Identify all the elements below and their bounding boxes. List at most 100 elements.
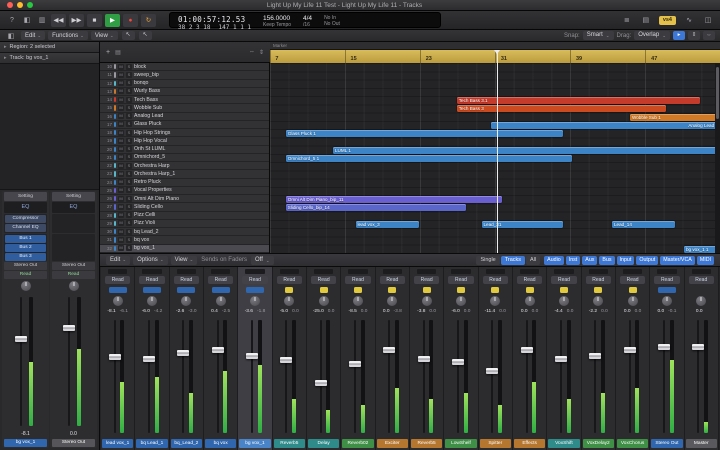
solo-button[interactable]: S	[126, 88, 132, 94]
group-slot[interactable]	[108, 269, 127, 274]
region[interactable]: Lead_31	[482, 221, 563, 228]
playhead[interactable]	[497, 50, 498, 253]
audio-fx-slot[interactable]: Channel EQ	[5, 224, 46, 232]
mute-button[interactable]: M	[118, 187, 124, 193]
group-slot[interactable]	[314, 269, 333, 274]
eq-thumbnail[interactable]: EQ	[4, 202, 47, 213]
solo-button[interactable]: S	[126, 204, 132, 210]
mixer-channel-strip[interactable]: Read0.0Master	[685, 267, 719, 450]
mute-button[interactable]: M	[118, 204, 124, 210]
track-row[interactable]: 14MSTech Bass	[100, 96, 269, 104]
solo-button[interactable]	[354, 287, 362, 293]
solo-button[interactable]: S	[126, 113, 132, 119]
mixer-edit-menu[interactable]: Edit⌄	[106, 256, 130, 265]
solo-button[interactable]: S	[126, 154, 132, 160]
track-filter-icon[interactable]: ▤	[115, 49, 121, 56]
volume-fader[interactable]	[170, 317, 203, 436]
arrange-view-menu[interactable]: View⌄	[91, 31, 118, 40]
automation-mode-button[interactable]: Read	[551, 276, 576, 284]
automation-mode-button[interactable]: Read	[448, 276, 473, 284]
send-slot[interactable]: Bus 1	[5, 235, 46, 243]
group-slot[interactable]	[142, 269, 161, 274]
solo-button[interactable]	[423, 287, 431, 293]
automation-mode-button[interactable]: Read	[654, 276, 679, 284]
mixer-view-menu[interactable]: View⌄	[171, 256, 198, 265]
track-row[interactable]: 23MSOrchestra Harp_1	[100, 170, 269, 178]
track-row[interactable]: 31MSbq vox	[100, 236, 269, 244]
track-row[interactable]: 10MSblock	[100, 63, 269, 71]
solo-button[interactable]: S	[126, 146, 132, 152]
solo-button[interactable]: S	[126, 97, 132, 103]
group-slot[interactable]	[589, 269, 608, 274]
fader-cap[interactable]	[280, 357, 292, 363]
fader-cap[interactable]	[658, 344, 670, 350]
mute-button[interactable]: M	[118, 196, 124, 202]
region-inspector-header[interactable]: ▸ Region: 2 selected	[0, 42, 99, 53]
region[interactable]: Sliding Cello_bip_14	[286, 204, 466, 211]
fader-cap[interactable]	[624, 347, 636, 353]
track-row[interactable]: 18MSHip Hop Strings	[100, 129, 269, 137]
region[interactable]: Wobble Sub 1	[630, 114, 720, 121]
mute-button[interactable]: M	[118, 171, 124, 177]
channel-setting-button[interactable]: Setting	[52, 192, 95, 201]
solo-button[interactable]: S	[126, 121, 132, 127]
output-slot[interactable]: Stereo Out	[4, 262, 47, 270]
group-slot[interactable]	[657, 269, 676, 274]
solo-button[interactable]: S	[126, 105, 132, 111]
solo-button[interactable]: S	[126, 64, 132, 70]
region[interactable]: LUML 1	[333, 147, 720, 154]
group-slot[interactable]	[486, 269, 505, 274]
pan-knob[interactable]	[319, 296, 329, 306]
vertical-zoom-icon[interactable]: ⇕	[259, 49, 264, 56]
solo-button[interactable]	[285, 287, 293, 293]
arrange-canvas[interactable]: Tech Bass 3.1Tech Bass 3Wobble Sub 1Anal…	[270, 63, 720, 253]
track-row[interactable]: 17MSGlass Pluck	[100, 121, 269, 129]
automation-mode-button[interactable]: Read	[414, 276, 439, 284]
pan-knob[interactable]	[662, 296, 672, 306]
record-button[interactable]: ●	[123, 14, 138, 27]
filter-midi-button[interactable]: MIDI	[697, 256, 714, 265]
mute-button[interactable]: M	[118, 245, 124, 251]
list-editors-icon[interactable]: ≣	[621, 16, 633, 24]
automation-mode-button[interactable]: Read	[517, 276, 542, 284]
automation-mode-button[interactable]: Read	[311, 276, 336, 284]
track-row[interactable]: 19MSHip Hop Vocal	[100, 137, 269, 145]
input-monitoring-button[interactable]	[143, 287, 161, 293]
volume-fader[interactable]	[341, 317, 374, 436]
solo-button[interactable]: S	[126, 80, 132, 86]
lcd-time-signature[interactable]: 4/4	[303, 15, 312, 22]
pan-knob[interactable]	[250, 296, 260, 306]
mixer-channel-strip[interactable]: Read-11.40.0Spitter	[479, 267, 513, 450]
fader-cap[interactable]	[692, 344, 704, 350]
track-row[interactable]: 29MSPizz Violi	[100, 220, 269, 228]
input-monitoring-button[interactable]	[212, 287, 230, 293]
solo-button[interactable]	[594, 287, 602, 293]
mixer-channel-strip[interactable]: Read-5.00.0Reverb5	[273, 267, 307, 450]
input-monitoring-button[interactable]	[109, 287, 127, 293]
sends-on-faders-menu[interactable]: Off ⌄	[251, 256, 274, 265]
pan-knob[interactable]	[628, 296, 638, 306]
fader-cap[interactable]	[15, 336, 27, 342]
pan-knob[interactable]	[69, 281, 79, 291]
solo-button[interactable]: S	[126, 220, 132, 226]
mixer-channel-strip[interactable]: Read-25.00.0Delay	[307, 267, 341, 450]
automation-mode-button[interactable]: Read	[689, 276, 714, 284]
mute-button[interactable]: M	[118, 105, 124, 111]
fader-cap[interactable]	[521, 347, 533, 353]
volume-fader[interactable]	[376, 317, 409, 436]
automation-mode-button[interactable]: Read	[277, 276, 302, 284]
track-row[interactable]: 32MSbg vox_1	[100, 245, 269, 253]
volume-fader[interactable]	[616, 317, 649, 436]
automation-mode-button[interactable]: Read	[586, 276, 611, 284]
mixer-channel-strip[interactable]: Read-2.6-3.0bq_Lead_2	[170, 267, 204, 450]
mute-button[interactable]: M	[118, 138, 124, 144]
solo-button[interactable]: S	[126, 237, 132, 243]
mute-button[interactable]: M	[118, 88, 124, 94]
pan-knob[interactable]	[284, 296, 294, 306]
automation-mode-button[interactable]: Read	[52, 271, 95, 279]
eq-thumbnail[interactable]: EQ	[52, 202, 95, 213]
region[interactable]: Analog Lead 1	[491, 122, 720, 129]
region[interactable]: Omni Alt Dim Piano_bip_11	[286, 196, 502, 203]
mixer-options-menu[interactable]: Options⌄	[133, 256, 167, 265]
note-pads-icon[interactable]: ▤	[640, 16, 652, 24]
